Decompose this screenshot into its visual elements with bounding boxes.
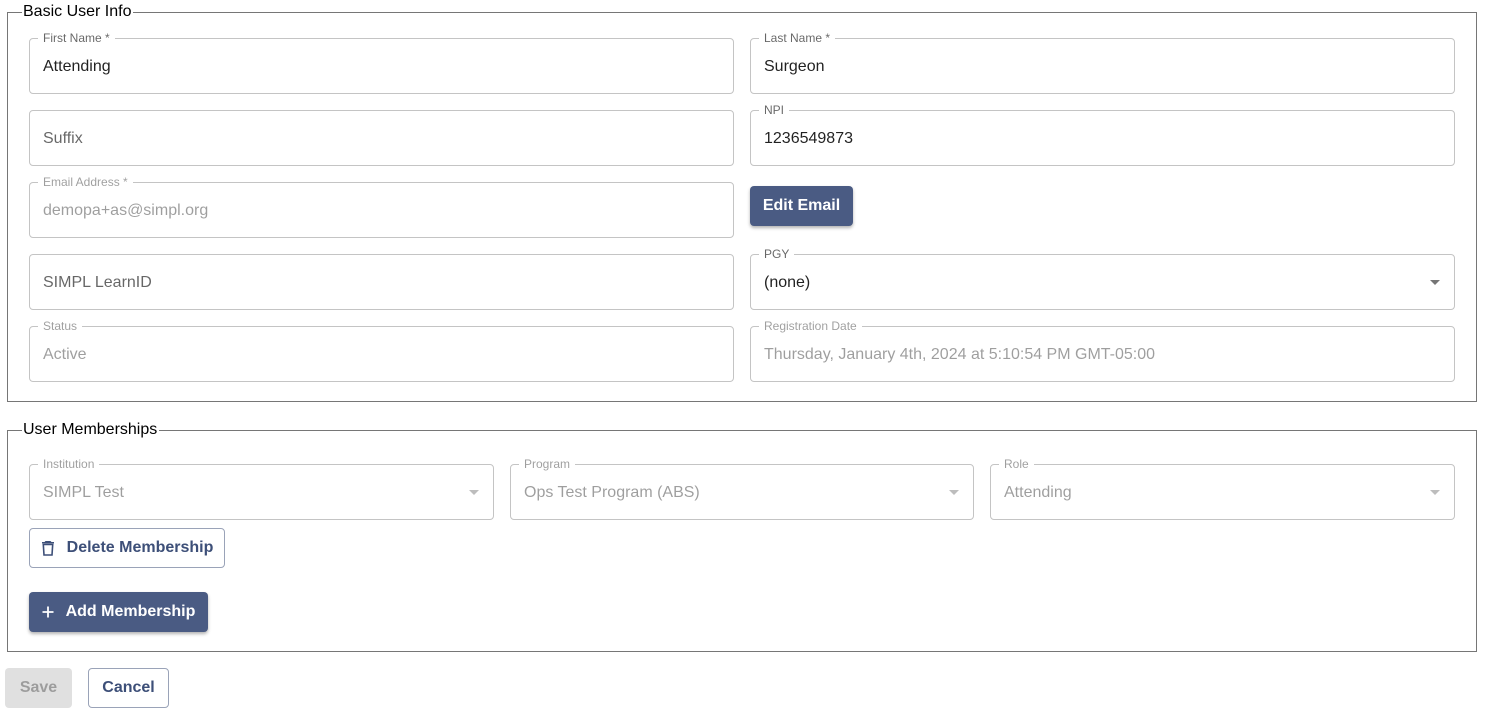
pgy-value: (none) xyxy=(764,274,811,291)
add-membership-label: Add Membership xyxy=(65,603,196,620)
suffix-placeholder: Suffix xyxy=(43,130,83,147)
plus-icon xyxy=(42,606,54,618)
last-name-label: Last Name * xyxy=(759,32,836,44)
role-value: Attending xyxy=(1004,484,1072,501)
email-label: Email Address * xyxy=(38,176,133,188)
email-field: Email Address * demopa+as@simpl.org xyxy=(29,176,734,238)
delete-membership-button[interactable]: Delete Membership xyxy=(29,528,225,568)
institution-label: Institution xyxy=(38,458,100,470)
caret-down-icon xyxy=(1430,490,1440,495)
program-label: Program xyxy=(519,458,576,470)
status-label: Status xyxy=(38,320,83,332)
program-value: Ops Test Program (ABS) xyxy=(524,484,700,501)
cancel-button[interactable]: Cancel xyxy=(88,668,169,708)
learn-id-placeholder: SIMPL LearnID xyxy=(43,274,152,291)
role-select: Role Attending xyxy=(990,458,1455,520)
caret-down-icon xyxy=(469,490,479,495)
npi-label: NPI xyxy=(759,104,790,116)
status-field: Status Active xyxy=(29,320,734,382)
registration-date-label: Registration Date xyxy=(759,320,862,332)
last-name-value: Surgeon xyxy=(764,58,825,75)
suffix-field[interactable]: Suffix xyxy=(29,110,734,166)
registration-date-field: Registration Date Thursday, January 4th,… xyxy=(750,320,1455,382)
npi-field[interactable]: NPI 1236549873 xyxy=(750,104,1455,166)
add-membership-button[interactable]: Add Membership xyxy=(29,592,208,632)
caret-down-icon xyxy=(949,490,959,495)
pgy-label: PGY xyxy=(759,248,795,260)
save-button[interactable]: Save xyxy=(5,668,72,708)
first-name-value: Attending xyxy=(43,58,111,75)
delete-membership-label: Delete Membership xyxy=(66,539,214,556)
status-value: Active xyxy=(43,346,87,363)
trash-icon xyxy=(41,540,55,556)
institution-value: SIMPL Test xyxy=(43,484,124,501)
pgy-select[interactable]: PGY (none) xyxy=(750,248,1455,310)
npi-value: 1236549873 xyxy=(764,130,853,147)
user-memberships-section: User Memberships xyxy=(7,421,1477,652)
registration-date-value: Thursday, January 4th, 2024 at 5:10:54 P… xyxy=(764,346,1156,363)
first-name-label: First Name * xyxy=(38,32,115,44)
basic-user-info-legend: Basic User Info xyxy=(23,3,132,20)
edit-email-button[interactable]: Edit Email xyxy=(750,186,853,226)
institution-select: Institution SIMPL Test xyxy=(29,458,494,520)
user-memberships-legend: User Memberships xyxy=(23,421,158,438)
last-name-field[interactable]: Last Name * Surgeon xyxy=(750,32,1455,94)
caret-down-icon[interactable] xyxy=(1430,280,1440,285)
first-name-field[interactable]: First Name * Attending xyxy=(29,32,734,94)
program-select: Program Ops Test Program (ABS) xyxy=(510,458,974,520)
learn-id-field[interactable]: SIMPL LearnID xyxy=(29,254,734,310)
email-value: demopa+as@simpl.org xyxy=(43,202,209,219)
role-label: Role xyxy=(999,458,1034,470)
